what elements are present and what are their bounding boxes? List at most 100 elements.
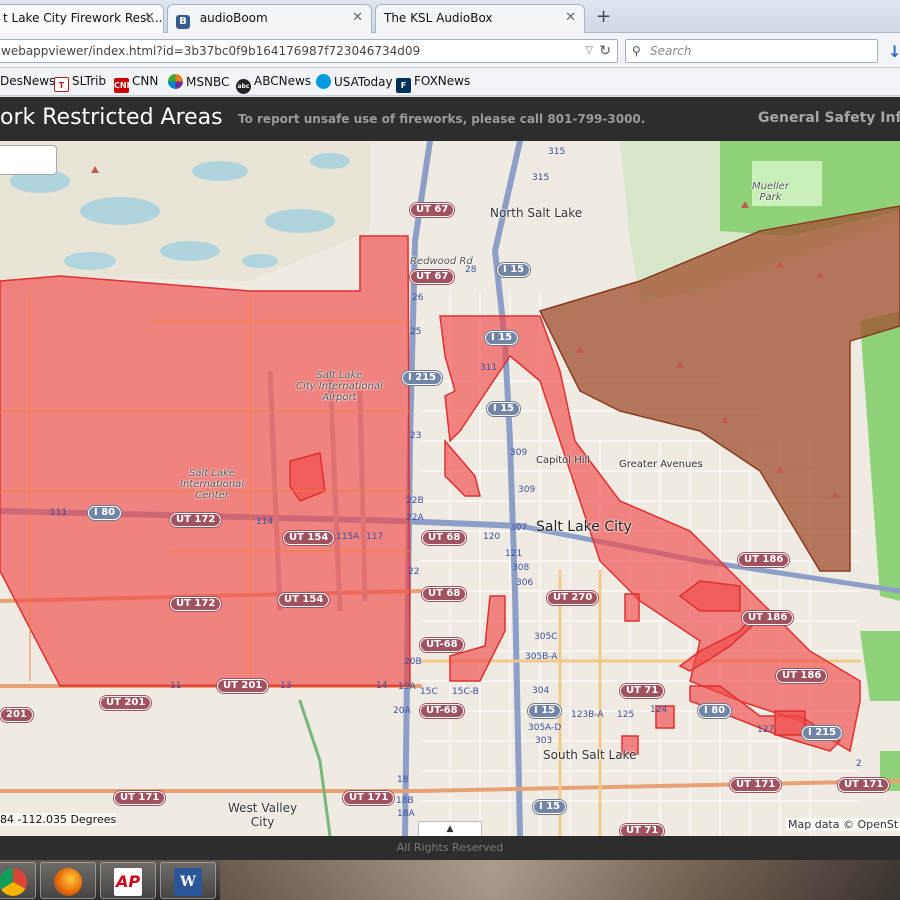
shield-ut201: 201 — [0, 708, 33, 722]
bookmark-msnbc[interactable]: MSNBC — [168, 74, 229, 89]
address-bar[interactable]: webappviewer/index.html?id=3b37bc0f9b164… — [0, 39, 618, 63]
tab-audioboom[interactable]: B audioBoom ✕ — [167, 4, 372, 33]
dropdown-arrow-icon[interactable]: ▽ — [585, 40, 593, 62]
exit-number: 305B-A — [525, 652, 558, 662]
exit-number: 18A — [397, 809, 415, 819]
b-icon: B — [176, 15, 190, 29]
exit-number: 115A — [336, 532, 360, 542]
exit-number: 307 — [510, 523, 528, 533]
abc-icon: abc — [236, 79, 251, 94]
report-notice: To report unsafe use of fireworks, pleas… — [238, 112, 646, 126]
search-icon: ⚲ — [632, 44, 641, 58]
map-search-widget[interactable] — [0, 145, 57, 175]
shield-ut171: UT 171 — [343, 791, 395, 805]
shield-i15: I 15 — [533, 800, 567, 814]
exit-number: 306 — [516, 578, 534, 588]
shield-ut171: UT 171 — [730, 778, 782, 792]
ap-icon: AP — [114, 868, 142, 896]
exit-number: 20B — [404, 657, 422, 667]
search-placeholder: Search — [650, 44, 692, 58]
new-tab-button[interactable]: + — [596, 6, 611, 27]
reload-icon[interactable]: ↻ — [599, 40, 611, 62]
exit-number: 22B — [406, 496, 424, 506]
firefox-icon — [54, 868, 82, 896]
road-number: 315 — [548, 147, 566, 157]
shield-i215: I 215 — [802, 726, 843, 740]
shield-ut201: UT 201 — [100, 696, 152, 710]
shield-ut172: UT 172 — [170, 597, 222, 611]
shield-ut172: UT 172 — [170, 513, 222, 527]
foxnews-icon: F — [396, 78, 411, 93]
shield-i15: I 15 — [485, 331, 519, 345]
shield-i80: I 80 — [88, 506, 122, 520]
shield-i215: I 215 — [402, 371, 443, 385]
browser-tab-bar: t Lake City Firework Rest... ✕ B audioBo… — [0, 0, 900, 33]
label-slc-intl-center: Salt Lake International Center — [180, 468, 244, 501]
shield-ut171: UT 171 — [838, 778, 890, 792]
app-footer: All Rights Reserved — [0, 836, 900, 860]
bookmark-usatoday[interactable]: USAToday — [316, 74, 393, 89]
close-icon[interactable]: ✕ — [144, 5, 155, 31]
exit-number: 120 — [483, 532, 501, 542]
download-icon[interactable]: ↓ — [888, 42, 900, 61]
taskbar-firefox[interactable] — [40, 862, 96, 899]
exit-number: 18 — [397, 775, 409, 785]
exit-number: 15C-B — [452, 687, 479, 697]
restricted-area-west — [0, 235, 411, 687]
exit-number: 18B — [396, 796, 414, 806]
exit-number: 13 — [280, 681, 292, 691]
chevron-up-icon: ▲ — [446, 824, 454, 834]
restricted-area-south-6 — [774, 710, 806, 736]
taskbar-word[interactable]: W — [160, 862, 216, 899]
shield-ut186: UT 186 — [776, 669, 828, 683]
bookmark-sltrib[interactable]: T SLTrib — [54, 74, 106, 92]
bookmark-abcnews[interactable]: abc ABCNews — [236, 74, 311, 94]
label-west-valley-city: West Valley City — [228, 801, 298, 829]
exit-number: 11 — [170, 681, 182, 691]
close-icon[interactable]: ✕ — [565, 5, 576, 31]
bookmark-cnn[interactable]: CNNCNN — [114, 74, 158, 93]
os-taskbar: AP W — [0, 860, 900, 900]
search-input[interactable]: ⚲ Search — [625, 39, 878, 63]
shield-i15: I 15 — [487, 402, 521, 416]
bookmark-foxnews[interactable]: F FOXNews — [396, 74, 470, 93]
taskbar-ap[interactable]: AP — [100, 862, 156, 899]
exit-number: 308 — [512, 563, 530, 573]
shield-ut186: UT 186 — [742, 611, 794, 625]
copyright-text: All Rights Reserved — [396, 841, 504, 854]
coordinate-readout: 84 -112.035 Degrees — [0, 813, 117, 826]
desktop-wallpaper — [220, 860, 900, 900]
exit-number: 114 — [256, 517, 274, 527]
taskbar-chrome[interactable] — [0, 862, 36, 899]
label-south-salt-lake: South Salt Lake — [543, 748, 637, 762]
tab-ksl-audiobox[interactable]: The KSL AudioBox ✕ — [375, 4, 585, 33]
tab-title: t Lake City Firework Rest... — [3, 11, 163, 25]
shield-ut186: UT 186 — [738, 553, 790, 567]
bookmark-desnews[interactable]: DesNews — [0, 74, 55, 88]
shield-i80: I 80 — [698, 704, 732, 718]
exit-number: 305C — [534, 632, 558, 642]
close-icon[interactable]: ✕ — [352, 5, 363, 31]
shield-ut171: UT 171 — [114, 791, 166, 805]
tab-firework-restricted[interactable]: t Lake City Firework Rest... ✕ — [0, 4, 164, 33]
shield-ut71: UT 71 — [620, 824, 665, 836]
shield-ut68: UT 68 — [422, 587, 467, 601]
exit-number: 127 — [757, 725, 775, 735]
panel-toggle-button[interactable]: ▲ — [418, 821, 482, 836]
url-text: webappviewer/index.html?id=3b37bc0f9b164… — [1, 44, 421, 58]
general-safety-link[interactable]: General Safety Infor — [758, 110, 900, 126]
map-view[interactable]: North Salt Lake Salt Lake City Capitol H… — [0, 141, 900, 836]
exit-number: 124 — [650, 705, 668, 715]
shield-ut154: UT 154 — [278, 593, 330, 607]
shield-ut201: UT 201 — [217, 679, 269, 693]
exit-number: 123B-A — [571, 710, 604, 720]
shield-ut68: UT-68 — [420, 638, 464, 652]
exit-number: 125 — [617, 710, 635, 720]
label-north-salt-lake: North Salt Lake — [490, 206, 583, 220]
shield-ut270: UT 270 — [547, 591, 599, 605]
road-number: 111 — [50, 508, 68, 518]
exit-number: 14 — [376, 681, 388, 691]
shield-ut71: UT 71 — [620, 684, 665, 698]
label-mueller-park: Mueller Park — [752, 181, 789, 203]
exit-number: 25 — [410, 327, 422, 337]
